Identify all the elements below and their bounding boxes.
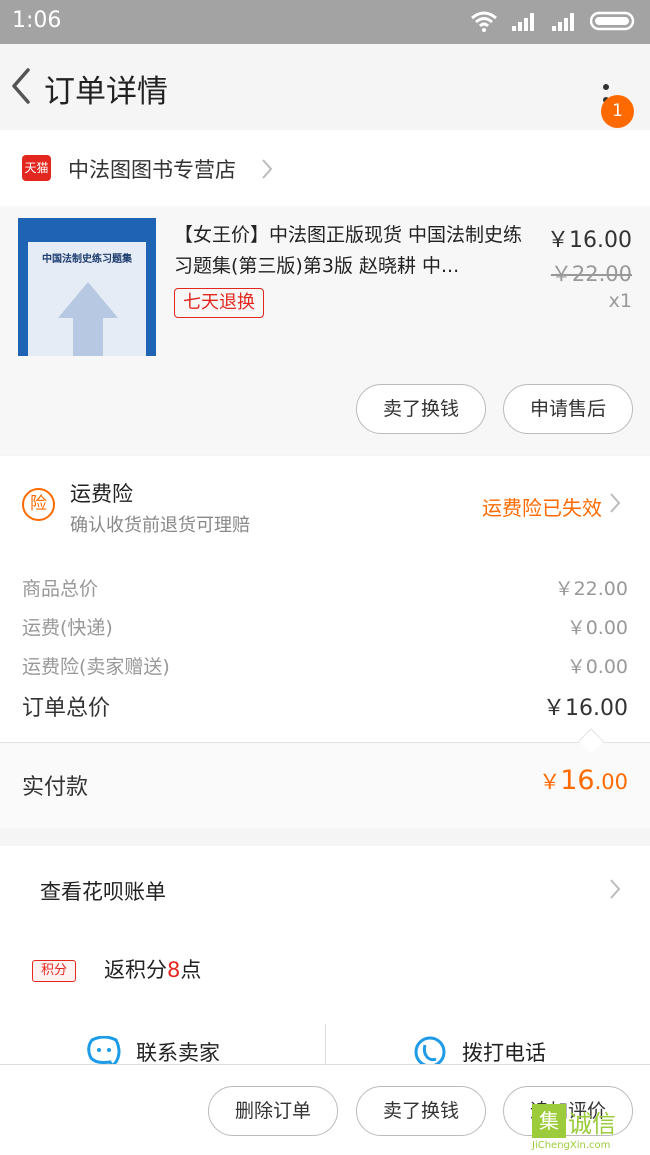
summary-row-insurance: 运费险(卖家赠送) ￥0.00	[22, 652, 628, 679]
extra-card: 查看花呗账单 积分 返积分8点 联系卖家 拨打电话	[0, 846, 650, 1068]
summary-row-goods: 商品总价 ￥22.00	[22, 574, 628, 601]
shop-row[interactable]: 天猫 中法图图书专营店	[0, 130, 650, 206]
insurance-description: 确认收货前退货可理赔	[70, 515, 250, 536]
insurance-icon: 险	[22, 488, 55, 521]
status-time: 1:06	[12, 8, 62, 33]
shop-name[interactable]: 中法图图书专营店	[68, 154, 236, 184]
book-cover-title: 中国法制史练习题集	[42, 254, 132, 265]
nav-header: 订单详情 1	[0, 44, 650, 130]
wifi-icon	[471, 11, 497, 32]
points-reward-text: 返积分8点	[104, 954, 201, 984]
summary-row-shipping: 运费(快递) ￥0.00	[22, 613, 628, 640]
order-total-row: 订单总价 ￥16.00	[22, 690, 628, 722]
back-arrow-icon[interactable]	[8, 66, 38, 106]
product-original-price: ￥22.00	[550, 262, 632, 286]
points-icon: 积分	[32, 960, 76, 982]
points-suffix: 点	[180, 958, 202, 982]
watermark-mark: 集	[532, 1104, 566, 1138]
chevron-right-icon	[610, 493, 621, 513]
book-cover-image[interactable]: 中国法制史练习题集	[18, 218, 156, 356]
divider	[325, 1024, 326, 1064]
summary-label: 运费(快递)	[22, 617, 113, 639]
watermark-logo: 集 诚信 JiChengXin.com	[532, 1104, 648, 1154]
status-bar: 1:06	[0, 0, 650, 44]
paid-amount-row: 实付款 ￥16.00	[0, 743, 650, 828]
signal-icon	[512, 13, 534, 31]
page-title: 订单详情	[44, 74, 168, 110]
currency-symbol: ￥	[539, 770, 561, 794]
summary-value: ￥22.00	[554, 578, 628, 600]
summary-value: ￥0.00	[566, 656, 628, 678]
paid-integer: 16	[560, 765, 595, 796]
return-policy-tag: 七天退换	[174, 288, 264, 318]
sell-for-cash-bottom-button[interactable]: 卖了换钱	[356, 1086, 486, 1136]
status-icons	[470, 10, 638, 32]
product-price: ￥16.00	[547, 228, 632, 253]
contact-seller-label: 联系卖家	[136, 1041, 220, 1065]
sell-for-cash-button[interactable]: 卖了换钱	[356, 384, 486, 434]
order-total-label: 订单总价	[22, 696, 111, 721]
delete-order-button[interactable]: 删除订单	[208, 1086, 338, 1136]
chevron-right-icon	[262, 159, 273, 179]
summary-label: 商品总价	[22, 578, 99, 600]
paid-label: 实付款	[22, 775, 89, 800]
chevron-right-icon	[610, 879, 621, 899]
notification-badge: 1	[601, 95, 634, 128]
tmall-logo-icon: 天猫	[22, 155, 51, 181]
insurance-status-link[interactable]: 运费险已失效	[482, 492, 602, 521]
summary-value: ￥0.00	[566, 617, 628, 639]
insurance-name: 运费险	[70, 482, 133, 506]
paid-amount: ￥16.00	[539, 765, 628, 796]
battery-icon	[590, 11, 635, 31]
watermark-cn: 诚信	[568, 1110, 616, 1138]
order-info-card: 险 运费险 确认收货前退货可理赔 运费险已失效 商品总价 ￥22.00 运费(快…	[0, 456, 650, 828]
product-quantity: x1	[608, 290, 632, 312]
apply-after-sales-button[interactable]: 申请售后	[503, 384, 633, 434]
watermark-en: JiChengXin.com	[532, 1140, 611, 1151]
points-number: 8	[167, 958, 181, 982]
signal-icon-2	[552, 13, 574, 31]
summary-label: 运费险(卖家赠送)	[22, 656, 170, 678]
points-prefix: 返积分	[104, 958, 167, 982]
order-total-value: ￥16.00	[543, 696, 628, 721]
product-name[interactable]: 【女王价】中法图正版现货 中国法制史练习题集(第三版)第3版 赵晓耕 中...	[174, 220, 534, 282]
call-phone-label: 拨打电话	[462, 1041, 546, 1065]
product-item[interactable]: 中国法制史练习题集 【女王价】中法图正版现货 中国法制史练习题集(第三版)第3版…	[0, 206, 650, 454]
paid-decimal: .00	[594, 770, 628, 794]
huabei-bill-link[interactable]: 查看花呗账单	[40, 876, 166, 906]
